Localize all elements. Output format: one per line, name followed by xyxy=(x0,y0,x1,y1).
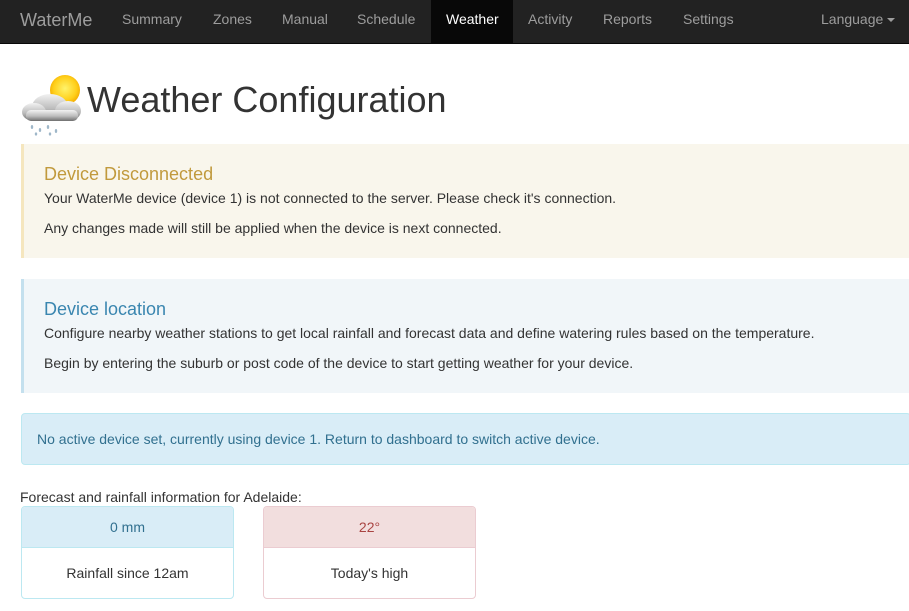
nav-manual[interactable]: Manual xyxy=(267,0,343,44)
rainfall-value: 0 mm xyxy=(22,507,233,548)
location-description: Configure nearby weather stations to get… xyxy=(44,325,815,341)
nav-reports[interactable]: Reports xyxy=(588,0,667,44)
disconnected-message: Your WaterMe device (device 1) is not co… xyxy=(44,190,617,206)
location-title: Device location xyxy=(44,299,167,319)
nav-zones[interactable]: Zones xyxy=(198,0,267,44)
page-title: Weather Configuration xyxy=(87,79,447,120)
disconnected-note: Any changes made will still be applied w… xyxy=(44,220,502,236)
caret-down-icon xyxy=(887,18,896,23)
active-device-alert: No active device set, currently using de… xyxy=(21,413,909,465)
language-label: Language xyxy=(821,11,884,27)
temperature-value: 22° xyxy=(264,507,475,548)
nav-weather[interactable]: Weather xyxy=(431,0,513,44)
cloud-sun-rain-icon xyxy=(22,75,81,136)
disconnected-callout: Device Disconnected Your WaterMe device … xyxy=(21,144,909,258)
temperature-panel: 22° Today's high xyxy=(263,506,476,599)
language-dropdown[interactable]: Language xyxy=(806,0,909,44)
temperature-caption: Today's high xyxy=(330,565,409,581)
top-navbar: WaterMe Summary Zones Manual Schedule We… xyxy=(0,0,909,44)
nav-schedule[interactable]: Schedule xyxy=(342,0,430,44)
forecast-label: Forecast and rainfall information for Ad… xyxy=(20,489,302,505)
disconnected-title: Device Disconnected xyxy=(44,164,214,184)
nav-settings[interactable]: Settings xyxy=(668,0,749,44)
rainfall-panel: 0 mm Rainfall since 12am xyxy=(21,506,234,599)
rainfall-caption: Rainfall since 12am xyxy=(66,565,189,581)
brand-link[interactable]: WaterMe xyxy=(20,0,92,44)
location-callout: Device location Configure nearby weather… xyxy=(21,279,909,393)
location-instruction: Begin by entering the suburb or post cod… xyxy=(44,355,634,371)
nav-summary[interactable]: Summary xyxy=(107,0,197,44)
nav-activity[interactable]: Activity xyxy=(513,0,587,44)
